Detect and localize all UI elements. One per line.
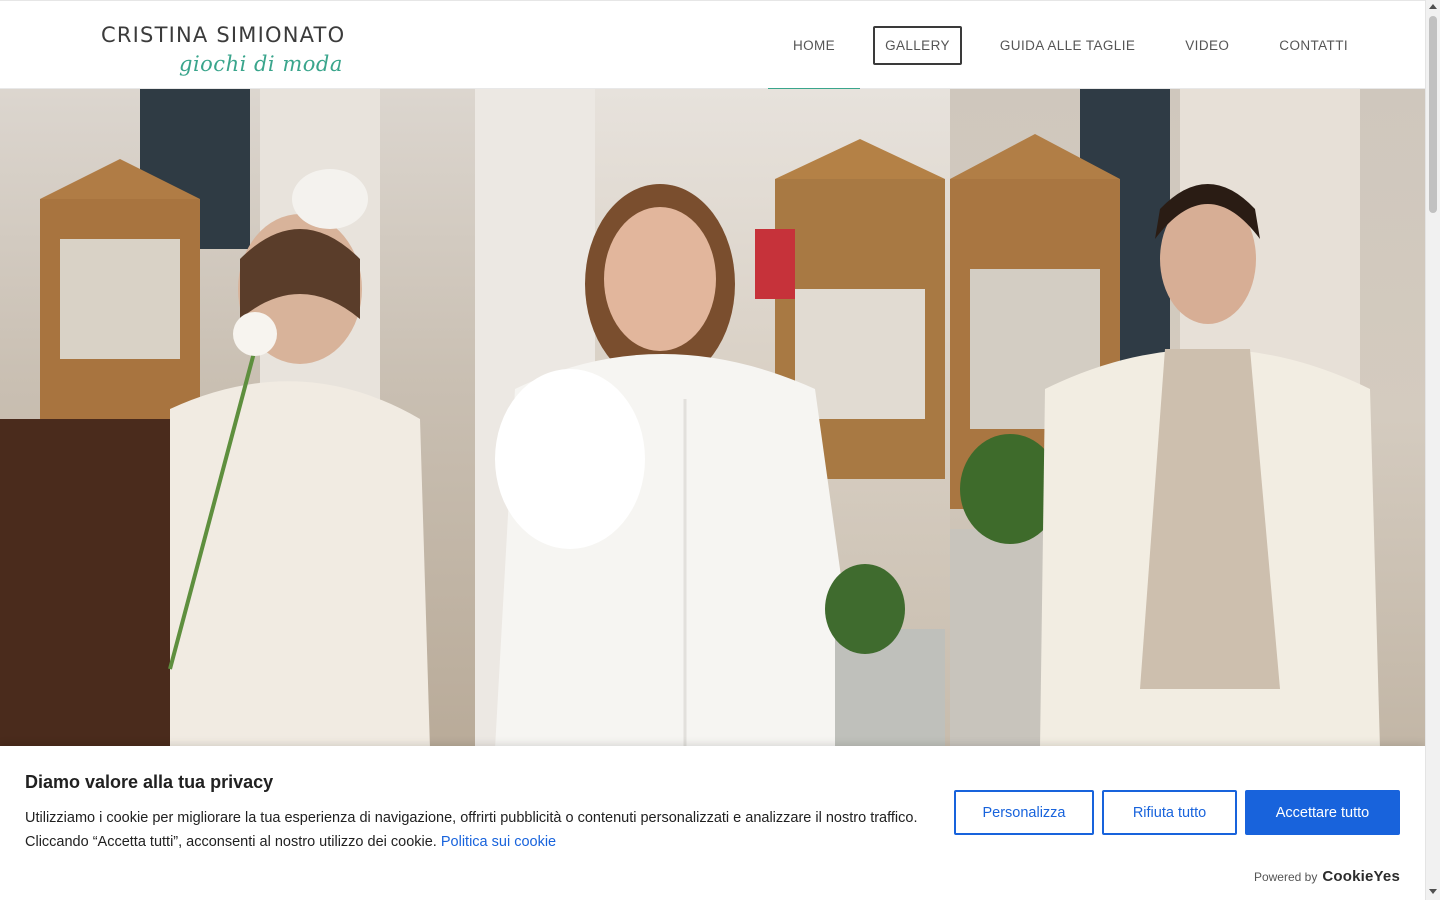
main-nav: HOME GALLERY GUIDA ALLE TAGLIE VIDEO CON…	[755, 1, 1360, 91]
cookieyes-logo[interactable]: CookieYes	[1322, 868, 1400, 885]
accept-all-button[interactable]: Accettare tutto	[1245, 790, 1400, 835]
cookie-title: Diamo valore alla tua privacy	[25, 772, 274, 792]
scroll-down-icon[interactable]	[1429, 889, 1437, 894]
nav-size-guide-label: GUIDA ALLE TAGLIE	[999, 38, 1136, 53]
nav-contacts-label: CONTATTI	[1279, 38, 1348, 53]
reject-all-button[interactable]: Rifiuta tutto	[1102, 790, 1237, 835]
nav-contacts[interactable]: CONTATTI	[1267, 1, 1360, 90]
logo-tagline: giochi di moda	[179, 52, 343, 76]
scroll-thumb[interactable]	[1429, 16, 1437, 213]
page-scrollbar[interactable]	[1425, 0, 1440, 900]
nav-size-guide[interactable]: GUIDA ALLE TAGLIE	[988, 1, 1147, 90]
nav-video-label: VIDEO	[1185, 38, 1230, 53]
customize-button[interactable]: Personalizza	[954, 790, 1094, 835]
scroll-up-icon[interactable]	[1429, 4, 1437, 9]
photo-girl-with-rose	[0, 89, 475, 749]
powered-by-label: Powered by	[1253, 869, 1318, 884]
nav-gallery-label: GALLERY	[873, 26, 962, 65]
cookie-consent-banner: Diamo valore alla tua privacy Utilizziam…	[0, 746, 1425, 900]
logo-title: CRISTINA SIMIONATO	[101, 23, 346, 47]
photo-boy-cream-jacket	[950, 89, 1425, 749]
nav-gallery[interactable]: GALLERY	[873, 1, 962, 90]
nav-video[interactable]: VIDEO	[1173, 1, 1241, 90]
cookie-description: Utilizziamo i cookie per migliorare la t…	[25, 806, 955, 854]
powered-by: Powered by CookieYes	[1254, 868, 1400, 885]
hero-gallery	[0, 89, 1425, 749]
site-header: CRISTINA SIMIONATO giochi di moda HOME G…	[0, 0, 1425, 91]
nav-home[interactable]: HOME	[767, 1, 861, 91]
site-logo[interactable]: CRISTINA SIMIONATO giochi di moda	[101, 19, 401, 83]
nav-home-label: HOME	[792, 38, 836, 53]
photo-woman-white-shirt	[475, 89, 950, 749]
cookie-policy-link[interactable]: Politica sui cookie	[441, 834, 556, 850]
